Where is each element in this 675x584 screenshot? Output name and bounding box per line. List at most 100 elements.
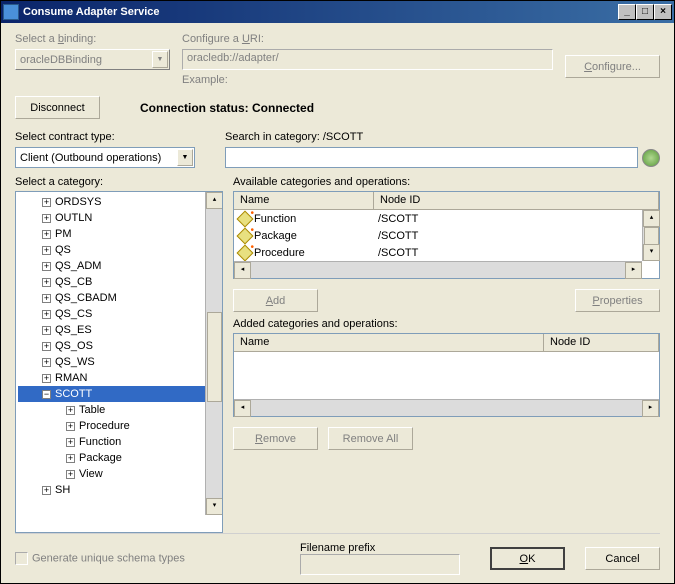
tree-label: ORDSYS <box>55 196 101 208</box>
contract-dropdown[interactable]: Client (Outbound operations) ▼ <box>15 147 195 168</box>
tree-scrollbar-v[interactable]: ▴ ▾ <box>205 192 222 515</box>
available-scrollbar-v[interactable]: ▴ ▾ <box>642 210 659 261</box>
tree-label: QS_WS <box>55 356 95 368</box>
expand-icon[interactable]: − <box>42 390 51 399</box>
tree-item-qs_cs[interactable]: +QS_CS <box>18 306 220 322</box>
available-col-name[interactable]: Name <box>234 192 374 209</box>
row-node: /SCOTT <box>378 213 418 225</box>
cancel-button[interactable]: Cancel <box>585 547 660 570</box>
row-name: Package <box>254 230 378 242</box>
expand-icon[interactable]: + <box>42 214 51 223</box>
available-col-node[interactable]: Node ID <box>374 192 659 209</box>
maximize-button[interactable]: □ <box>636 4 654 20</box>
titlebar: Consume Adapter Service _ □ × <box>1 1 674 23</box>
list-item[interactable]: Procedure/SCOTT <box>234 244 659 261</box>
search-input[interactable] <box>225 147 638 168</box>
expand-icon[interactable]: + <box>42 326 51 335</box>
remove-all-button[interactable]: Remove All <box>328 427 413 450</box>
expand-icon[interactable]: + <box>42 310 51 319</box>
expand-icon[interactable]: + <box>66 438 75 447</box>
remove-button[interactable]: Remove <box>233 427 318 450</box>
expand-icon[interactable]: + <box>42 374 51 383</box>
expand-icon[interactable]: + <box>42 294 51 303</box>
connection-status: Connection status: Connected <box>140 101 314 115</box>
tree-item-ordsys[interactable]: + ORDSYS <box>18 194 220 210</box>
tree-label: QS <box>55 244 71 256</box>
tree-item-qs_cb[interactable]: +QS_CB <box>18 274 220 290</box>
uri-value: oracledb://adapter/ <box>187 52 279 64</box>
binding-value: oracleDBBinding <box>20 54 102 66</box>
example-label: Example: <box>182 74 553 86</box>
row-name: Procedure <box>254 247 378 259</box>
tree-label: SCOTT <box>55 388 92 400</box>
added-list[interactable]: Name Node ID ◂▸ <box>233 333 660 417</box>
expand-icon[interactable]: + <box>66 406 75 415</box>
expand-icon[interactable]: + <box>42 358 51 367</box>
binding-dropdown: oracleDBBinding ▼ <box>15 49 170 70</box>
added-col-name[interactable]: Name <box>234 334 544 351</box>
generate-schema-checkbox[interactable]: Generate unique schema types <box>15 552 185 565</box>
row-node: /SCOTT <box>378 230 418 242</box>
added-col-node[interactable]: Node ID <box>544 334 659 351</box>
tree-label: PM <box>55 228 72 240</box>
tree-item-qs_ws[interactable]: + QS_WS <box>18 354 220 370</box>
tree-item-qs[interactable]: + QS <box>18 242 220 258</box>
tree-item-outln[interactable]: + OUTLN <box>18 210 220 226</box>
tree-item-scott[interactable]: −SCOTT <box>18 386 220 402</box>
tree-label: Package <box>79 452 122 464</box>
list-item[interactable]: Package/SCOTT <box>234 227 659 244</box>
tree-item-qs_adm[interactable]: + QS_ADM <box>18 258 220 274</box>
add-button[interactable]: Add <box>233 289 318 312</box>
contract-label: Select contract type: <box>15 131 195 143</box>
row-name: Function <box>254 213 378 225</box>
chevron-down-icon[interactable]: ▼ <box>177 149 193 166</box>
expand-icon[interactable]: + <box>66 422 75 431</box>
minimize-button[interactable]: _ <box>618 4 636 20</box>
added-scrollbar-h[interactable]: ◂▸ <box>234 399 659 416</box>
tree-item-table[interactable]: +Table <box>18 402 220 418</box>
tree-label: RMAN <box>55 372 87 384</box>
contract-value: Client (Outbound operations) <box>20 152 175 164</box>
prefix-input[interactable] <box>300 554 460 575</box>
available-scrollbar-h[interactable]: ◂▸ <box>234 261 642 278</box>
expand-icon[interactable]: + <box>42 486 51 495</box>
tree-item-qs_es[interactable]: +QS_ES <box>18 322 220 338</box>
expand-icon[interactable]: + <box>42 246 51 255</box>
expand-icon[interactable]: + <box>42 198 51 207</box>
tree-item-rman[interactable]: + RMAN <box>18 370 220 386</box>
tree-label: View <box>79 468 103 480</box>
category-icon <box>238 229 252 243</box>
uri-field: oracledb://adapter/ <box>182 49 553 70</box>
tree-label: Function <box>79 436 121 448</box>
ok-button[interactable]: OK <box>490 547 565 570</box>
tree-label: OUTLN <box>55 212 92 224</box>
prefix-label: Filename prefix <box>300 542 460 554</box>
close-button[interactable]: × <box>654 4 672 20</box>
disconnect-button[interactable]: Disconnect <box>15 96 100 119</box>
tree-item-package[interactable]: + Package <box>18 450 220 466</box>
tree-item-view[interactable]: + View <box>18 466 220 482</box>
tree-label: QS_ADM <box>55 260 101 272</box>
expand-icon[interactable]: + <box>66 470 75 479</box>
tree-item-qs_cbadm[interactable]: + QS_CBADM <box>18 290 220 306</box>
category-label: Select a category: <box>15 176 223 188</box>
search-go-button[interactable] <box>642 149 660 167</box>
tree-item-function[interactable]: + Function <box>18 434 220 450</box>
app-icon <box>3 4 19 20</box>
tree-item-qs_os[interactable]: +QS_OS <box>18 338 220 354</box>
expand-icon[interactable]: + <box>42 342 51 351</box>
category-tree[interactable]: +ORDSYS+OUTLN+PM+QS+QS_ADM+QS_CB+QS_CBAD… <box>15 191 223 533</box>
expand-icon[interactable]: + <box>42 278 51 287</box>
list-item[interactable]: Function/SCOTT <box>234 210 659 227</box>
tree-item-pm[interactable]: + PM <box>18 226 220 242</box>
expand-icon[interactable]: + <box>66 454 75 463</box>
chevron-down-icon: ▼ <box>152 51 168 68</box>
properties-button[interactable]: Properties <box>575 289 660 312</box>
expand-icon[interactable]: + <box>42 262 51 271</box>
expand-icon[interactable]: + <box>42 230 51 239</box>
tree-label: QS_CBADM <box>55 292 117 304</box>
available-list[interactable]: Name Node ID Function/SCOTTPackage/SCOTT… <box>233 191 660 279</box>
configure-button[interactable]: Configure... <box>565 55 660 78</box>
tree-item-sh[interactable]: +SH <box>18 482 220 498</box>
tree-item-procedure[interactable]: +Procedure <box>18 418 220 434</box>
